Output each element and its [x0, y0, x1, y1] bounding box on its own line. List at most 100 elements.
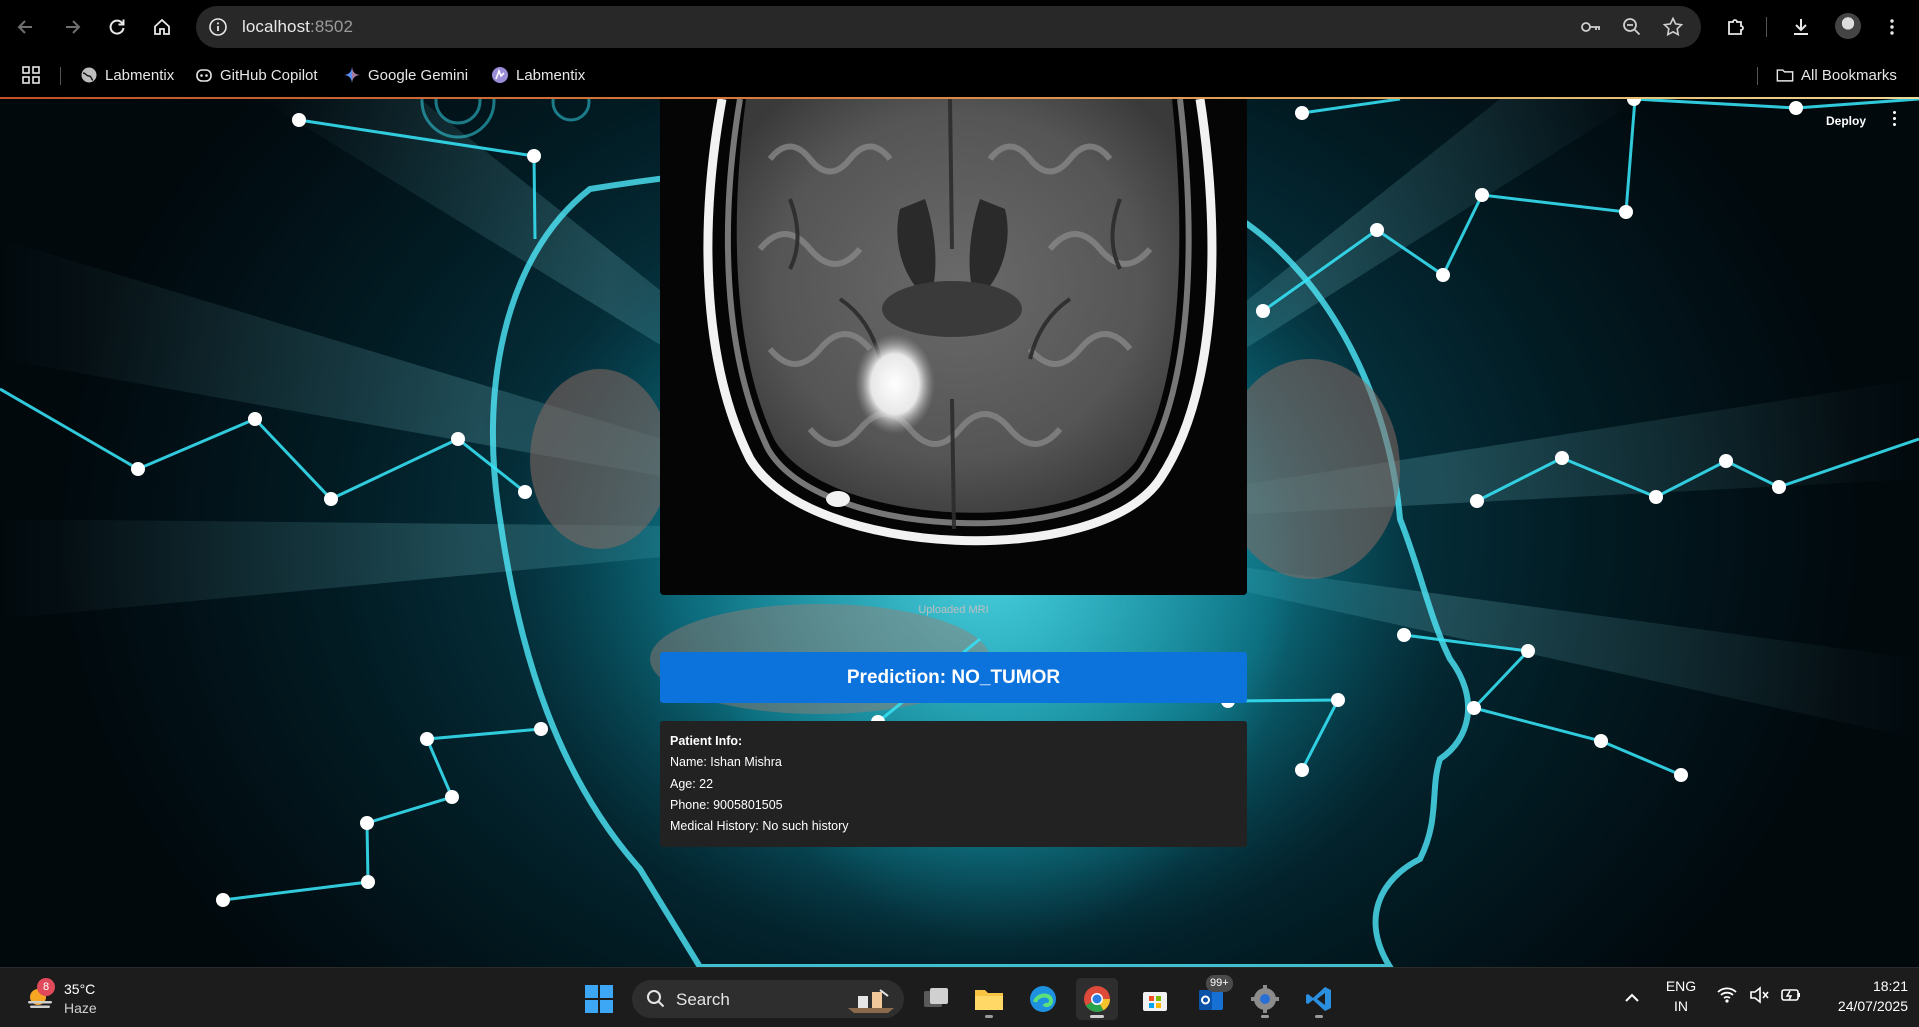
vscode-icon	[1306, 987, 1331, 1011]
reload-button[interactable]	[100, 10, 134, 44]
vscode-app[interactable]	[1298, 978, 1340, 1020]
password-key-icon[interactable]	[1579, 15, 1603, 39]
reload-icon	[109, 19, 125, 35]
taskbar-clock[interactable]: 18:21 24/07/2025	[1808, 976, 1908, 1016]
extensions-button[interactable]	[1719, 10, 1753, 44]
taskbar-search[interactable]: Search	[632, 980, 904, 1018]
bookmark-label: Labmentix	[516, 66, 586, 84]
site-info-icon[interactable]	[206, 15, 230, 39]
prediction-banner: Prediction: NO_TUMOR	[660, 652, 1247, 703]
patient-info-panel: Patient Info: Name: Ishan Mishra Age: 22…	[660, 721, 1247, 847]
url-host: localhost	[242, 17, 310, 36]
battery-charging-icon	[1781, 989, 1800, 1001]
uploaded-mri-image	[660, 99, 1247, 595]
apps-button[interactable]	[22, 62, 40, 88]
input-language-indicator[interactable]: ENG IN	[1660, 976, 1702, 1016]
chrome-browser-icon	[1084, 986, 1111, 1013]
store-bag-icon	[1143, 992, 1167, 1011]
weather-condition: Haze	[64, 1000, 97, 1016]
settings-app[interactable]	[1244, 978, 1286, 1020]
address-bar[interactable]: localhost:8502	[196, 6, 1701, 48]
patient-medical-history: Medical History: No such history	[670, 819, 849, 834]
file-explorer-app[interactable]	[968, 978, 1010, 1020]
running-indicator	[1315, 1015, 1323, 1018]
folder-icon	[1776, 66, 1794, 84]
task-view-button[interactable]	[915, 978, 957, 1020]
weather-alert-badge: 8	[37, 978, 55, 996]
profile-avatar[interactable]	[1835, 13, 1861, 39]
wifi-icon	[1717, 987, 1737, 1003]
mail-unread-badge: 99+	[1206, 975, 1233, 992]
gear-icon	[1251, 985, 1279, 1013]
bookmark-label: Google Gemini	[368, 66, 469, 84]
all-bookmarks-label: All Bookmarks	[1801, 66, 1897, 84]
bookmark-labmentix-1[interactable]: Labmentix	[80, 62, 174, 88]
labmentix-logo-icon	[491, 66, 509, 84]
copilot-icon	[195, 66, 213, 84]
zoom-icon[interactable]	[1620, 15, 1644, 39]
deploy-button[interactable]: Deploy	[1826, 114, 1866, 128]
toolbar-divider	[1766, 17, 1767, 37]
globe-icon	[80, 66, 98, 84]
app-page: Deploy Uploaded MRI Prediction: NO_TUMOR…	[0, 99, 1919, 967]
app-menu-button[interactable]	[1888, 111, 1900, 131]
weather-temperature: 35°C	[64, 981, 96, 997]
apps-grid-icon	[22, 66, 40, 84]
lang-code: ENG	[1665, 978, 1697, 994]
start-button[interactable]	[578, 978, 620, 1020]
bookmark-label: Labmentix	[105, 66, 175, 84]
home-icon	[154, 18, 170, 35]
folder-icon	[975, 990, 1003, 1010]
mail-app[interactable]: 99+	[1190, 975, 1233, 1020]
chevron-up-icon	[1625, 993, 1639, 1002]
download-icon	[1794, 19, 1808, 35]
windows-taskbar: 8 35°C Haze Search 99+ ENG IN 18:21 24/0…	[0, 967, 1919, 1027]
arrow-right-icon	[66, 20, 81, 34]
patient-info-title: Patient Info:	[670, 734, 743, 748]
browser-chrome: localhost:8502 Labmentix GitHub Copilot …	[0, 0, 1919, 99]
search-label: Search	[676, 990, 730, 1009]
downloads-button[interactable]	[1784, 10, 1818, 44]
arrow-left-icon	[17, 20, 32, 34]
task-view-icon	[924, 988, 948, 1007]
gemini-sparkle-icon	[343, 66, 361, 84]
all-bookmarks-button[interactable]: All Bookmarks	[1776, 62, 1897, 88]
kebab-menu-icon	[1890, 19, 1894, 35]
running-indicator	[1261, 1015, 1269, 1018]
microsoft-store-app[interactable]	[1134, 978, 1176, 1020]
url-port: :8502	[310, 17, 354, 36]
clock-time: 18:21	[1872, 978, 1908, 994]
home-button[interactable]	[145, 10, 179, 44]
forward-button[interactable]	[55, 10, 89, 44]
speaker-muted-icon	[1750, 986, 1769, 1004]
clock-date: 24/07/2025	[1837, 998, 1908, 1014]
back-button[interactable]	[9, 10, 43, 44]
windows-logo-icon	[585, 985, 613, 1013]
bookmarks-bar: Labmentix GitHub Copilot Google Gemini L…	[0, 53, 1919, 97]
edge-browser-icon	[1030, 986, 1056, 1012]
tray-overflow-button[interactable]	[1620, 986, 1644, 1010]
browser-menu-button[interactable]	[1875, 10, 1909, 44]
patient-phone: Phone: 9005801505	[670, 797, 783, 812]
quick-settings[interactable]	[1716, 984, 1802, 1006]
search-icon	[647, 990, 665, 1008]
browser-toolbar: localhost:8502	[0, 0, 1919, 53]
image-caption: Uploaded MRI	[918, 604, 989, 616]
edge-app[interactable]	[1022, 978, 1064, 1020]
bookmark-labmentix-2[interactable]: Labmentix	[491, 62, 585, 88]
bookmark-label: GitHub Copilot	[220, 66, 318, 84]
bookmarks-divider-right	[1757, 67, 1758, 85]
bookmark-star-icon[interactable]	[1661, 15, 1685, 39]
puzzle-icon	[1728, 19, 1744, 35]
search-highlight-icon	[848, 989, 894, 1013]
bookmark-google-gemini[interactable]: Google Gemini	[343, 62, 468, 88]
chrome-app[interactable]	[1076, 978, 1118, 1020]
patient-age: Age: 22	[670, 776, 714, 791]
running-indicator	[985, 1015, 993, 1018]
lang-region: IN	[1674, 998, 1688, 1014]
patient-name: Name: Ishan Mishra	[670, 755, 782, 770]
bookmarks-divider	[60, 67, 61, 85]
bookmark-github-copilot[interactable]: GitHub Copilot	[195, 62, 318, 88]
url-text[interactable]: localhost:8502	[242, 17, 353, 37]
weather-widget[interactable]: 8 35°C Haze	[22, 978, 142, 1020]
